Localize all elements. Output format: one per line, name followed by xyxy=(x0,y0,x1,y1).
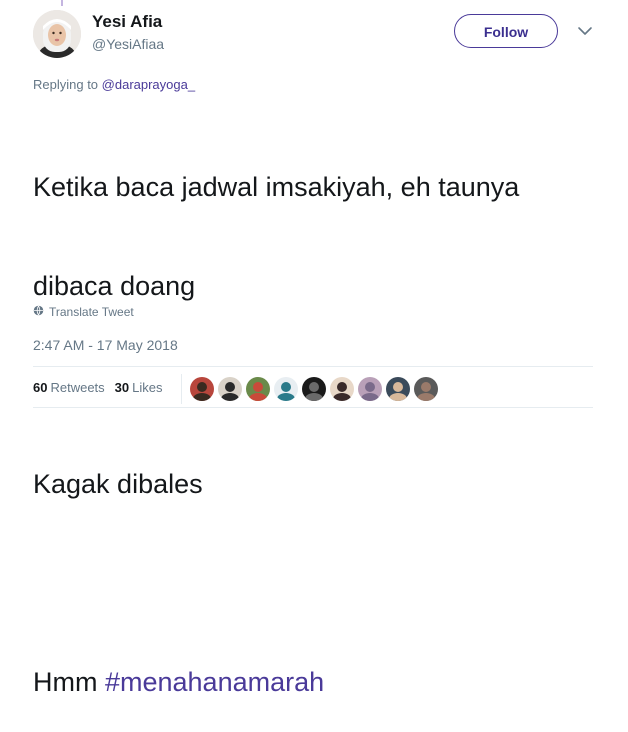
likes-label: Likes xyxy=(132,380,163,395)
reply-handle-link[interactable]: @daraprayoga_ xyxy=(102,77,195,92)
stats-separator xyxy=(181,374,182,404)
liker-avatar[interactable] xyxy=(274,377,298,401)
liker-avatar[interactable] xyxy=(414,377,438,401)
likes-count: 30 xyxy=(114,380,130,395)
liker-avatars xyxy=(190,377,442,401)
tweet-timestamp[interactable]: 2:47 AM - 17 May 2018 xyxy=(33,337,178,353)
chevron-down-icon[interactable] xyxy=(576,24,594,38)
avatar[interactable] xyxy=(33,10,81,58)
retweets-label: Retweets xyxy=(50,380,105,395)
liker-avatar[interactable] xyxy=(386,377,410,401)
tweet-line: Ketika baca jadwal imsakiyah, eh taunya xyxy=(33,172,520,202)
hashtag-link[interactable]: #menahanamarah xyxy=(105,667,324,697)
display-name[interactable]: Yesi Afia xyxy=(92,12,162,32)
translate-tweet-link[interactable]: Translate Tweet xyxy=(33,305,134,319)
liker-avatar[interactable] xyxy=(330,377,354,401)
liker-avatar[interactable] xyxy=(246,377,270,401)
tweet-line: Kagak dibales xyxy=(33,469,203,499)
follow-button[interactable]: Follow xyxy=(454,14,558,48)
retweets-count: 60 xyxy=(33,380,48,395)
translate-label: Translate Tweet xyxy=(49,305,134,319)
retweets-stat[interactable]: 60 Retweets xyxy=(33,380,105,395)
tweet-text: Ketika baca jadwal imsakiyah, eh taunya … xyxy=(33,105,593,732)
liker-avatar[interactable] xyxy=(218,377,242,401)
engagement-stats: 60 Retweets 30 Likes xyxy=(33,380,173,395)
tweet-line-prefix: Hmm xyxy=(33,667,105,697)
replying-to-prefix: Replying to xyxy=(33,77,102,92)
tweet-line: dibaca doang xyxy=(33,271,196,301)
replying-to: Replying to @daraprayoga_ xyxy=(33,77,195,92)
globe-icon xyxy=(33,305,44,319)
likes-stat[interactable]: 30 Likes xyxy=(115,380,163,395)
user-handle[interactable]: @YesiAfiaa xyxy=(92,36,164,52)
liker-avatar[interactable] xyxy=(358,377,382,401)
liker-avatar[interactable] xyxy=(190,377,214,401)
divider xyxy=(33,366,593,367)
tweet-line: Hmm #menahanamarah xyxy=(33,666,593,699)
thread-connector-line xyxy=(61,0,63,6)
divider xyxy=(33,407,593,408)
liker-avatar[interactable] xyxy=(302,377,326,401)
avatar-image xyxy=(33,10,81,58)
